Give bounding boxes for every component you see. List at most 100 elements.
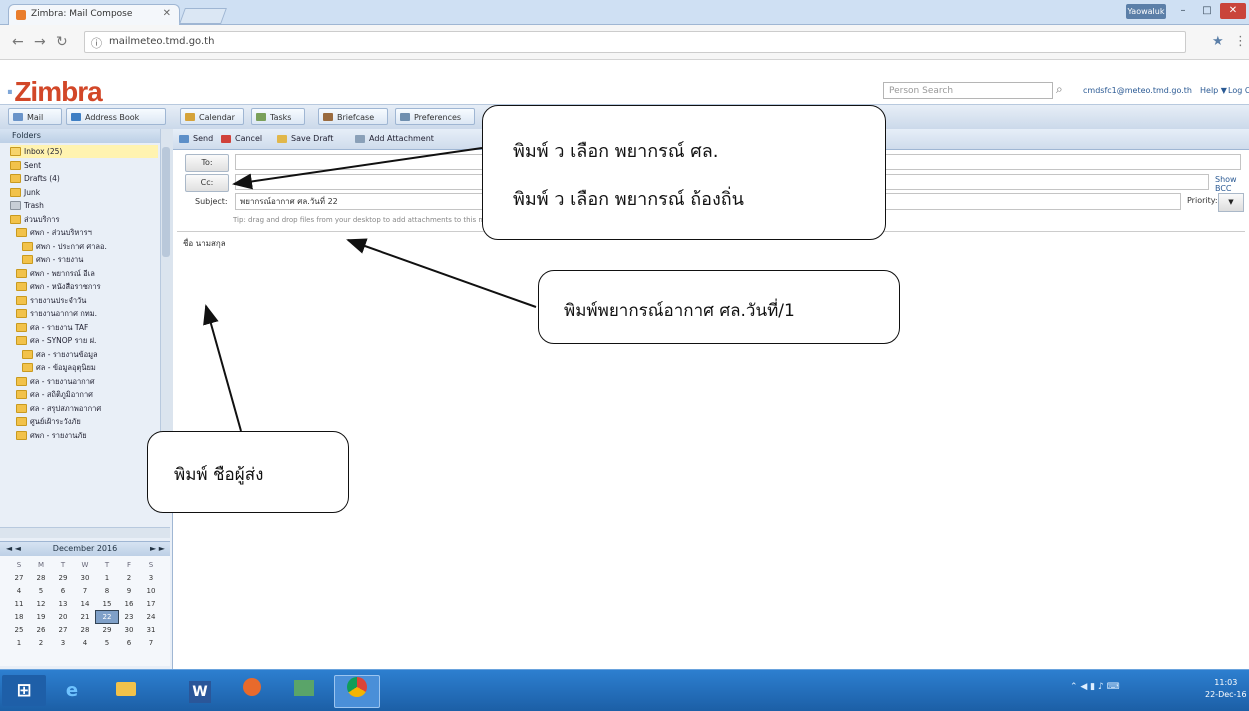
bookmark-star-icon[interactable]: ★ [1212,34,1224,49]
folder-item[interactable]: ศล - สรุปสภาพอากาศ [16,402,164,415]
folder-item[interactable]: ศูนย์เฝ้าระวังภัย [16,415,164,428]
folders-header[interactable]: Folders [0,129,160,143]
calendar-day[interactable]: 7 [140,637,162,649]
calendar-day[interactable]: 6 [118,637,140,649]
calendar-day[interactable]: 27 [52,624,74,636]
folder-item[interactable]: Inbox (25) [10,145,158,158]
folder-item[interactable]: Drafts (4) [10,172,158,185]
calendar-day[interactable]: 4 [8,585,30,597]
save-draft-button[interactable]: Save Draft [277,132,333,146]
calendar-day[interactable]: 30 [74,572,96,584]
calendar-day[interactable]: 28 [30,572,52,584]
help-menu[interactable]: Help ▼ [1200,86,1227,95]
back-arrow-icon[interactable]: ← [12,34,24,50]
cc-button[interactable]: Cc: [185,174,229,192]
calendar-day[interactable]: 1 [96,572,118,584]
file-explorer-icon[interactable] [104,675,148,706]
calendar-day[interactable]: 15 [96,598,118,610]
calendar-day[interactable]: 16 [118,598,140,610]
url-input[interactable]: ⓘ mailmeteo.tmd.go.th [84,31,1186,53]
calendar-day[interactable]: 13 [52,598,74,610]
calendar-day[interactable]: 2 [30,637,52,649]
tab-tasks[interactable]: Tasks [251,108,305,125]
folder-item[interactable]: ศล - สถิติภูมิอากาศ [16,388,164,401]
windows-start-icon[interactable]: ⊞ [2,675,46,706]
calendar-day[interactable]: 10 [140,585,162,597]
calendar-day[interactable]: 1 [8,637,30,649]
calendar-day[interactable]: 30 [118,624,140,636]
tab-briefcase[interactable]: Briefcase [318,108,388,125]
tab-address-book[interactable]: Address Book [66,108,166,125]
folder-item[interactable]: Junk [10,186,158,199]
cancel-button[interactable]: Cancel [221,132,262,146]
folder-item[interactable]: Sent [10,159,158,172]
folder-item[interactable]: รายงานประจำวัน [16,294,164,307]
calendar-day[interactable]: 23 [118,611,140,623]
folder-item[interactable]: ศพก - พยากรณ์ อีเล [16,267,164,280]
calendar-day[interactable]: 2 [118,572,140,584]
tab-preferences[interactable]: Preferences [395,108,475,125]
calendar-day[interactable]: 9 [118,585,140,597]
calendar-day[interactable]: 19 [30,611,52,623]
folder-item[interactable]: ศพก - ส่วนบริหารฯ [16,226,164,239]
folder-item[interactable]: ศล - รายงานอากาศ [16,375,164,388]
search-icon[interactable]: ⌕ [1056,82,1063,97]
search-input[interactable]: Person Search [883,82,1053,99]
close-window-button[interactable]: ✕ [1220,3,1246,19]
calendar-day[interactable]: 29 [52,572,74,584]
new-tab-button[interactable] [179,8,227,24]
folder-item[interactable]: Trash [10,199,158,212]
minimize-button[interactable]: – [1172,3,1194,19]
browser-profile-button[interactable]: Yaowaluk [1126,4,1166,19]
reload-icon[interactable]: ↻ [56,34,68,50]
folder-item[interactable]: ศพก - รายงาน [22,253,170,266]
tab-mail[interactable]: Mail [8,108,62,125]
photos-icon[interactable] [282,675,326,706]
folder-item[interactable]: ศพก - รายงานภัย [16,429,164,442]
tab-calendar[interactable]: Calendar [180,108,244,125]
calendar-day[interactable]: 31 [140,624,162,636]
browser-tab[interactable]: Zimbra: Mail Compose ✕ [8,4,180,25]
system-tray-icons[interactable]: ⌃ ◀ ▮ ♪ ⌨ [1070,682,1120,692]
folder-item[interactable]: ศล - รายงานข้อมูล [22,348,170,361]
taskbar-clock[interactable]: 11:03 22-Dec-16 [1205,677,1247,701]
calendar-next-icon[interactable]: ► ► [150,542,165,556]
forward-arrow-icon[interactable]: → [34,34,46,50]
calendar-day[interactable]: 18 [8,611,30,623]
paint-icon[interactable] [230,675,274,706]
folder-item[interactable]: ศล - รายงาน TAF [16,321,164,334]
calendar-day[interactable]: 8 [96,585,118,597]
calendar-day[interactable]: 7 [74,585,96,597]
calendar-day[interactable]: 26 [30,624,52,636]
maximize-button[interactable]: □ [1196,3,1218,19]
calendar-day[interactable]: 29 [96,624,118,636]
calendar-prev-icon[interactable]: ◄ ◄ [6,542,21,556]
calendar-day[interactable]: 14 [74,598,96,610]
chrome-icon[interactable] [334,675,380,708]
folder-item[interactable]: ศพก - ประกาศ ศาลอ. [22,240,170,253]
folder-item[interactable]: ศล - SYNOP ราย ฝ. [16,334,164,347]
priority-select[interactable]: ▼ [1218,193,1244,212]
folder-item[interactable]: ศพก - หนังสือราชการ [16,280,164,293]
sidebar-horizontal-scrollbar[interactable] [0,527,170,538]
word-icon[interactable]: W [178,675,222,706]
add-attachment-button[interactable]: Add Attachment [355,132,434,146]
send-button[interactable]: Send [179,132,213,146]
calendar-day[interactable]: 12 [30,598,52,610]
calendar-day[interactable]: 5 [30,585,52,597]
folder-item[interactable]: ส่วนบริการ [10,213,158,226]
calendar-day[interactable]: 3 [140,572,162,584]
info-icon[interactable]: ⓘ [91,35,102,51]
calendar-day[interactable]: 27 [8,572,30,584]
tab-close-icon[interactable]: ✕ [163,8,171,19]
calendar-day[interactable]: 17 [140,598,162,610]
calendar-day[interactable]: 21 [74,611,96,623]
calendar-day[interactable]: 28 [74,624,96,636]
calendar-day[interactable]: 24 [140,611,162,623]
calendar-day[interactable]: 25 [8,624,30,636]
calendar-day[interactable]: 4 [74,637,96,649]
internet-explorer-icon[interactable]: e [50,675,94,706]
folder-item[interactable]: รายงานอากาศ กทม. [16,307,164,320]
logout-link[interactable]: Log Out [1228,86,1249,95]
calendar-day[interactable]: 11 [8,598,30,610]
